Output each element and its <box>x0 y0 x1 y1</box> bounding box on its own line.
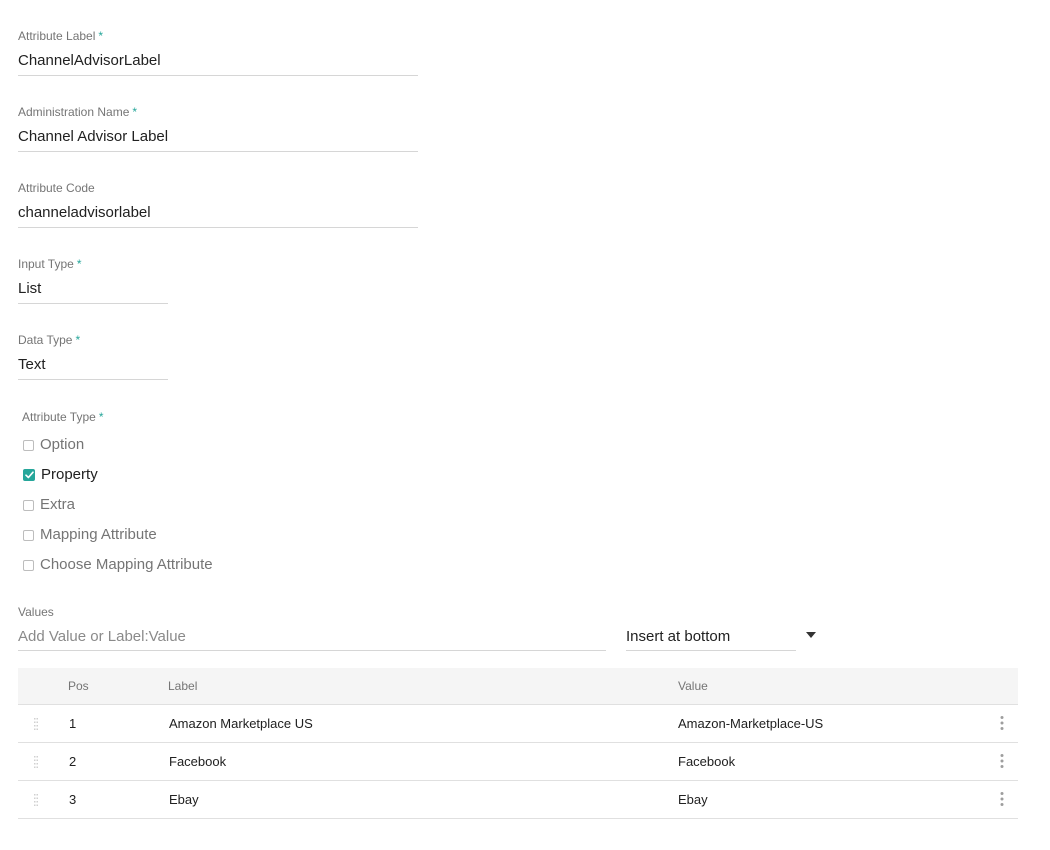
attribute-label-input[interactable]: ChannelAdvisorLabel <box>18 52 418 76</box>
drag-handle-icon[interactable] <box>34 718 38 730</box>
attribute-code-input[interactable]: channeladvisorlabel <box>18 204 418 228</box>
checkbox-mapping-attribute[interactable]: Mapping Attribute <box>22 520 213 550</box>
drag-handle-icon[interactable] <box>34 756 38 768</box>
required-marker: * <box>76 257 82 271</box>
checkbox-property[interactable]: Property <box>22 460 213 490</box>
attribute-label-field: Attribute Label * ChannelAdvisorLabel <box>18 29 418 76</box>
required-marker: * <box>98 410 104 424</box>
checkbox-label: Option <box>40 436 85 453</box>
checkbox-label: Property <box>41 466 98 483</box>
drag-handle-icon[interactable] <box>34 794 38 806</box>
cell-label[interactable]: Amazon Marketplace US <box>169 716 313 731</box>
cell-pos: 2 <box>69 754 77 769</box>
checkbox-option[interactable]: Option <box>22 430 213 460</box>
checkbox-unchecked-icon[interactable] <box>23 439 34 451</box>
cell-label[interactable]: Facebook <box>169 754 226 769</box>
table-row: 2 Facebook Facebook <box>18 743 1018 781</box>
cell-label[interactable]: Ebay <box>169 792 199 807</box>
cell-value[interactable]: Amazon-Marketplace-US <box>678 716 823 731</box>
administration-name-field: Administration Name * Channel Advisor Lab… <box>18 105 418 152</box>
input-type-label: Input Type * <box>18 257 82 271</box>
column-header-label[interactable]: Label <box>168 679 197 693</box>
attribute-type-group: Attribute Type * Option Property Extra Ma… <box>22 410 213 580</box>
attribute-label-label: Attribute Label * <box>18 29 104 43</box>
required-marker: * <box>75 333 81 347</box>
more-vert-icon[interactable] <box>998 753 1006 769</box>
checkbox-unchecked-icon[interactable] <box>23 499 34 511</box>
cell-pos: 3 <box>69 792 77 807</box>
administration-name-label: Administration Name * <box>18 105 138 119</box>
more-vert-icon[interactable] <box>998 715 1006 731</box>
attribute-code-label: Attribute Code <box>18 181 95 195</box>
attribute-code-field: Attribute Code channeladvisorlabel <box>18 181 418 228</box>
add-value-input[interactable]: Add Value or Label:Value <box>18 627 606 651</box>
column-header-value[interactable]: Value <box>678 679 708 693</box>
more-vert-icon[interactable] <box>998 791 1006 807</box>
cell-value[interactable]: Ebay <box>678 792 708 807</box>
dropdown-arrow-icon[interactable] <box>806 632 816 638</box>
checkbox-label: Mapping Attribute <box>40 526 157 543</box>
insert-position-select[interactable]: Insert at bottom <box>626 627 796 651</box>
checkbox-label: Extra <box>40 496 76 513</box>
input-type-field: Input Type * List <box>18 257 168 304</box>
input-type-select[interactable]: List <box>18 280 168 304</box>
cell-pos: 1 <box>69 716 77 731</box>
checkbox-choose-mapping-attribute[interactable]: Choose Mapping Attribute <box>22 550 213 580</box>
column-header-pos[interactable]: Pos <box>68 679 89 693</box>
table-row: 1 Amazon Marketplace US Amazon-Marketpla… <box>18 705 1018 743</box>
check-icon[interactable] <box>23 469 35 481</box>
values-label: Values <box>18 605 54 619</box>
values-table: Pos Label Value 1 Amazon Marketplace US … <box>18 668 1018 819</box>
required-marker: * <box>132 105 138 119</box>
data-type-field: Data Type * Text <box>18 333 168 380</box>
administration-name-input[interactable]: Channel Advisor Label <box>18 128 418 152</box>
checkbox-label: Choose Mapping Attribute <box>40 556 213 573</box>
attribute-type-label: Attribute Type * <box>22 410 104 424</box>
data-type-label: Data Type * <box>18 333 81 347</box>
table-header: Pos Label Value <box>18 668 1018 705</box>
data-type-select[interactable]: Text <box>18 356 168 380</box>
table-row: 3 Ebay Ebay <box>18 781 1018 819</box>
checkbox-extra[interactable]: Extra <box>22 490 213 520</box>
checkbox-unchecked-icon[interactable] <box>23 529 34 541</box>
cell-value[interactable]: Facebook <box>678 754 735 769</box>
checkbox-unchecked-icon[interactable] <box>23 559 34 571</box>
required-marker: * <box>98 29 104 43</box>
